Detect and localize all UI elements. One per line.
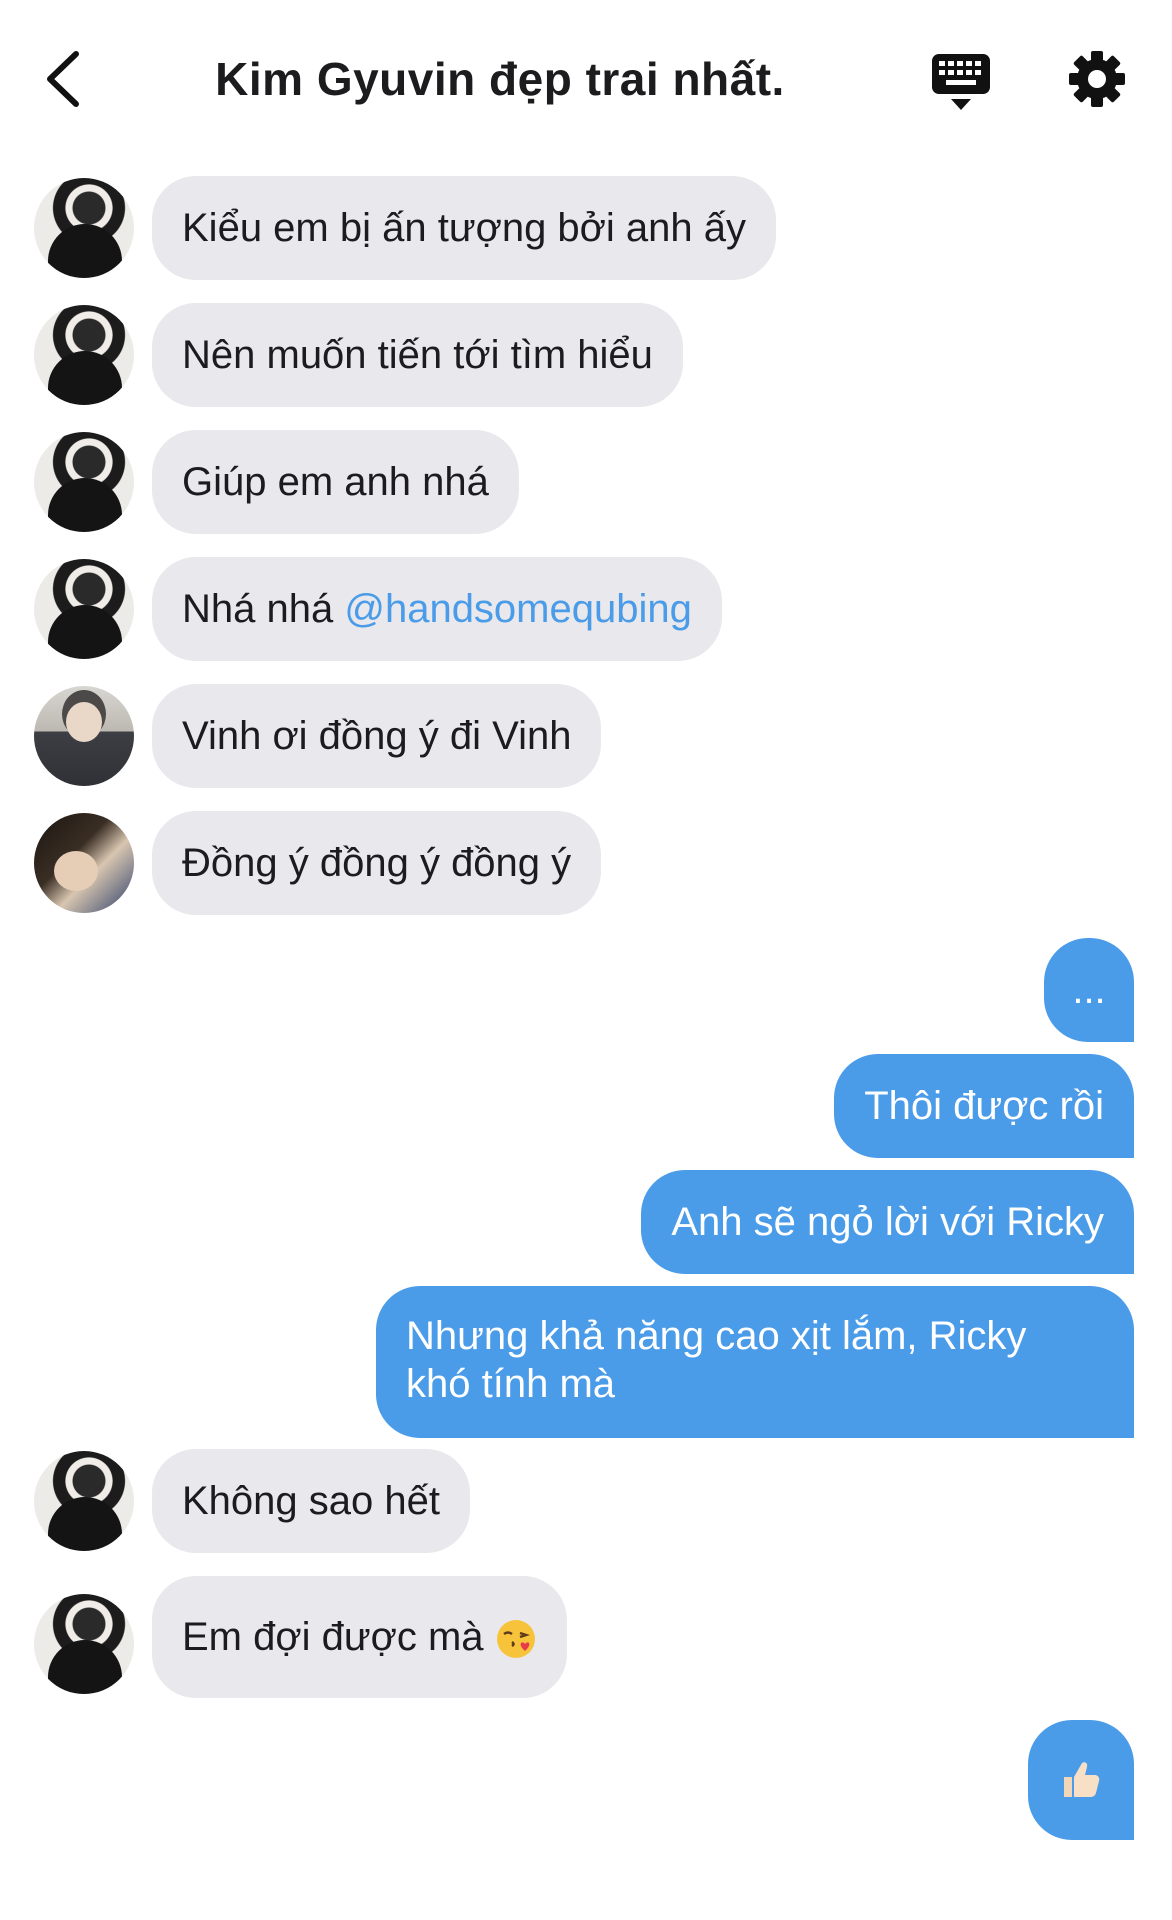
chat-header: Kim Gyuvin đẹp trai nhất.	[0, 0, 1172, 160]
message-bubble-incoming[interactable]: Em đợi được mà	[152, 1576, 567, 1698]
avatar[interactable]	[34, 1594, 134, 1694]
message-text-line: khó tính mà	[406, 1362, 616, 1406]
back-button[interactable]	[40, 48, 90, 110]
message-row-incoming: Không sao hết	[0, 1449, 1172, 1553]
thumbs-up-icon	[1064, 1762, 1100, 1797]
gear-icon	[1069, 51, 1125, 107]
chevron-left-icon	[47, 51, 79, 107]
avatar[interactable]	[34, 813, 134, 913]
like-bubble[interactable]	[1028, 1720, 1134, 1840]
avatar[interactable]	[34, 178, 134, 278]
message-row-incoming: Nên muốn tiến tới tìm hiểu	[0, 303, 1172, 407]
message-row-incoming: Nhá nhá @handsomequbing	[0, 557, 1172, 661]
face-blowing-kiss-icon	[496, 1620, 535, 1659]
avatar[interactable]	[34, 686, 134, 786]
message-text-line: Nhưng khả năng cao xịt lắm, Ricky	[406, 1314, 1027, 1358]
message-row-incoming: Em đợi được mà	[0, 1576, 1172, 1698]
message-bubble-outgoing[interactable]: Thôi được rồi	[834, 1054, 1134, 1158]
message-row-incoming: Vinh ơi đồng ý đi Vinh	[0, 684, 1172, 788]
message-bubble-incoming[interactable]: Nên muốn tiến tới tìm hiểu	[152, 303, 683, 407]
chat-title: Kim Gyuvin đẹp trai nhất.	[215, 53, 785, 105]
message-bubble-incoming[interactable]: Nhá nhá @handsomequbing	[152, 557, 722, 661]
avatar[interactable]	[34, 1451, 134, 1551]
mention-link[interactable]: @handsomequbing	[344, 587, 692, 631]
message-text: Em đợi được mà	[182, 1615, 484, 1659]
message-bubble-outgoing[interactable]: Anh sẽ ngỏ lời với Ricky	[641, 1170, 1134, 1274]
avatar[interactable]	[34, 559, 134, 659]
message-bubble-outgoing[interactable]: ...	[1044, 938, 1134, 1042]
message-bubble-incoming[interactable]: Không sao hết	[152, 1449, 470, 1553]
keyboard-button[interactable]	[930, 52, 992, 112]
avatar[interactable]	[34, 305, 134, 405]
message-row-incoming: Kiểu em bị ấn tượng bởi anh ấy	[0, 176, 1172, 280]
message-row-incoming: Giúp em anh nhá	[0, 430, 1172, 534]
message-row-incoming: Đồng ý đồng ý đồng ý	[0, 811, 1172, 915]
message-bubble-outgoing[interactable]: Nhưng khả năng cao xịt lắm, Ricky khó tí…	[376, 1286, 1134, 1438]
settings-button[interactable]	[1068, 50, 1126, 108]
avatar[interactable]	[34, 432, 134, 532]
keyboard-icon	[932, 54, 990, 110]
message-bubble-incoming[interactable]: Đồng ý đồng ý đồng ý	[152, 811, 602, 915]
message-bubble-incoming[interactable]: Kiểu em bị ấn tượng bởi anh ấy	[152, 176, 777, 280]
message-text: Nhá nhá	[182, 587, 345, 631]
message-bubble-incoming[interactable]: Giúp em anh nhá	[152, 430, 519, 534]
message-bubble-incoming[interactable]: Vinh ơi đồng ý đi Vinh	[152, 684, 602, 788]
